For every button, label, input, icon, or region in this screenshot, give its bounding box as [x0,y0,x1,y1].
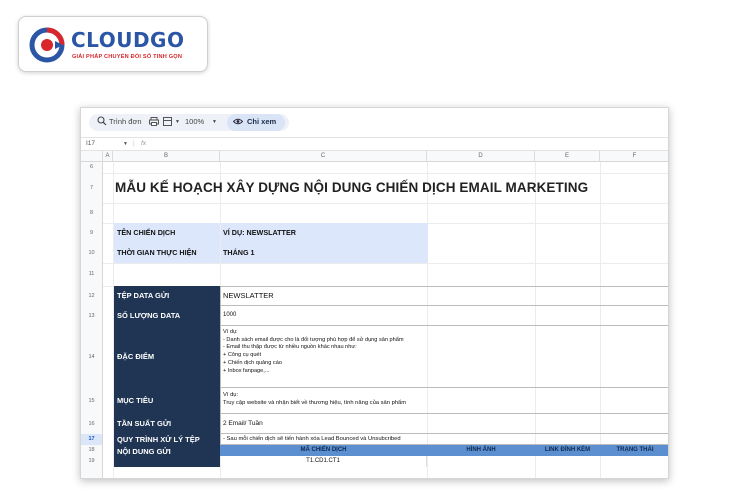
goal-line: Truy cập website và nhận biết về thương … [223,399,407,406]
features-line: - Danh sách email được cho là đối tượng … [223,336,404,343]
features-line: - Email thu thập được từ nhiều nguồn khá… [223,344,357,351]
frequency-value[interactable]: 2 Email/ Tuần [220,414,668,434]
row-header[interactable]: 16 [81,414,103,434]
data-file-label: TỆP DATA GỬI [114,286,220,306]
content-header-link: LINK ĐÍNH KÈM [535,445,600,456]
formula-bar: I17 ▼ | fx [81,137,668,151]
eye-icon [233,118,243,125]
content-header-campaign-code: MÃ CHIẾN DỊCH [220,445,427,456]
column-header-c[interactable]: C [220,151,427,162]
chevron-down-icon[interactable]: ▼ [175,119,180,125]
time-value[interactable]: THÁNG 1 [221,243,428,263]
features-label: ĐẶC ĐIỂM [114,326,220,388]
data-count-value[interactable]: 1000 [220,306,668,326]
goal-label: MỤC TIÊU [114,388,220,414]
row-header[interactable]: 14 [81,326,103,388]
sheet-title: MẪU KẾ HOẠCH XÂY DỰNG NỘI DUNG CHIẾN DỊC… [115,180,589,195]
brand-tagline: GIẢI PHÁP CHUYỂN ĐỔI SỐ TINH GỌN [72,54,183,60]
features-line: + Inbox fanpage,... [223,367,270,374]
features-value[interactable]: Ví dụ: - Danh sách email được cho là đối… [220,326,668,388]
goal-value[interactable]: Ví dụ: Truy cập website và nhận biết về … [220,388,668,414]
column-header-a[interactable]: A [103,151,113,162]
content-row-code[interactable]: T1.CD1.CT1 [220,456,427,467]
row-header[interactable]: 11 [81,263,103,286]
row-header[interactable]: 8 [81,203,103,223]
process-value[interactable]: - Sau mỗi chiến dịch sẽ tiến hành xóa Le… [220,434,668,445]
row-header[interactable]: 7 [81,173,103,203]
row-header[interactable]: 6 [81,162,103,173]
corner-cell[interactable] [81,151,103,162]
features-line: Ví dụ: [223,329,238,335]
brand-logo-card: CLOUDGO GIẢI PHÁP CHUYỂN ĐỔI SỐ TINH GỌN [18,16,208,72]
column-header-f[interactable]: F [600,151,668,162]
frequency-label: TẦN SUẤT GỬI [114,414,220,434]
row-header[interactable]: 10 [81,243,103,263]
toolbar: Trình đơn ▼ 100% ▼ Chỉ xem [81,108,668,137]
features-line: + Chiến dịch quảng cáo [223,359,282,366]
column-header-e[interactable]: E [535,151,600,162]
menu-button[interactable]: Trình đơn [109,117,142,126]
column-header-b[interactable]: B [113,151,220,162]
column-header-d[interactable]: D [427,151,535,162]
cloudgo-logo-icon [29,27,65,63]
grid-line [103,203,668,204]
search-icon[interactable] [97,116,107,126]
data-file-value[interactable]: NEWSLATTER [220,286,668,306]
grid-line [103,173,668,174]
view-only-label: Chỉ xem [247,117,277,126]
column-header-bar: A B C D E F [81,151,668,162]
row-header[interactable]: 13 [81,306,103,326]
campaign-name-value[interactable]: VÍ DỤ: NEWSLATTER [221,223,428,243]
process-label: QUY TRÌNH XỬ LÝ TỆP [114,434,220,445]
goal-line: Ví dụ: [223,392,239,398]
campaign-name-label: TÊN CHIẾN DỊCH [114,223,220,243]
row-header-selected[interactable]: 17 [81,434,103,445]
print-icon[interactable] [149,117,159,126]
row-header[interactable]: 15 [81,388,103,414]
cell-ref-chevron-icon[interactable]: ▼ [123,141,128,147]
zoom-select[interactable]: 100% [185,117,204,126]
grid-line [103,263,668,264]
row-header[interactable]: 9 [81,223,103,243]
row-header[interactable]: 19 [81,456,103,467]
spreadsheet-window: Trình đơn ▼ 100% ▼ Chỉ xem I17 ▼ | fx A … [80,107,669,479]
content-header-status: TRẠNG THÁI [600,445,668,456]
screenshot-stage: CLOUDGO GIẢI PHÁP CHUYỂN ĐỔI SỐ TINH GỌN… [0,0,750,500]
data-count-label: SỐ LƯỢNG DATA [114,306,220,326]
content-header-image: HÌNH ẢNH [427,445,535,456]
cell-reference[interactable]: I17 [86,140,95,147]
row-header [81,467,103,478]
format-painter-icon[interactable] [163,117,173,126]
formula-divider: | [133,140,135,147]
features-line: + Công cụ quét [223,352,262,359]
time-label: THỜI GIAN THỰC HIỆN [114,243,220,263]
brand-name: CLOUDGO [71,28,185,52]
content-label: NỘI DUNG GỬI [114,445,220,467]
row-header[interactable]: 12 [81,286,103,306]
zoom-chevron-icon[interactable]: ▼ [212,119,217,125]
row-header[interactable]: 18 [81,445,103,456]
fx-icon: fx [141,140,147,147]
